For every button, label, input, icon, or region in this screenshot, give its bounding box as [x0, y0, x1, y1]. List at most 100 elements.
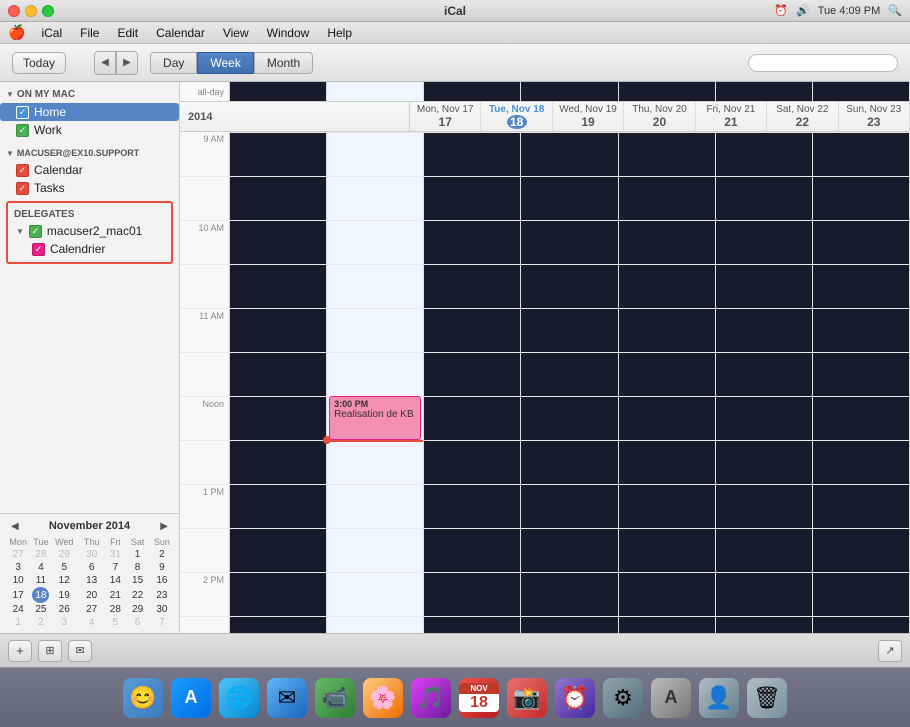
week-view-button[interactable]: Week [197, 52, 253, 74]
mini-cal-day[interactable]: 7 [149, 616, 175, 629]
day-column-6[interactable] [813, 132, 910, 633]
search-input[interactable] [748, 54, 898, 72]
menu-edit[interactable]: Edit [109, 24, 146, 42]
mini-cal-day[interactable]: 6 [79, 561, 104, 574]
on-my-mac-header[interactable]: ▼ ON MY MAC [0, 86, 179, 103]
minimize-button[interactable] [25, 5, 37, 17]
mini-cal-day[interactable]: 27 [4, 548, 32, 561]
mini-cal-day[interactable]: 1 [126, 548, 149, 561]
work-checkbox[interactable]: ✓ [16, 124, 29, 137]
mini-cal-day[interactable]: 13 [79, 574, 104, 587]
mini-cal-day[interactable]: 9 [149, 561, 175, 574]
mini-cal-day[interactable]: 16 [149, 574, 175, 587]
search-icon[interactable]: 🔍 [888, 4, 902, 17]
mini-cal-day[interactable]: 17 [4, 587, 32, 603]
mini-cal-day[interactable]: 29 [49, 548, 79, 561]
timemachine-icon[interactable]: ⏰ [553, 676, 597, 720]
mini-cal-next[interactable]: ▶ [157, 521, 171, 532]
mini-cal-day[interactable]: 15 [126, 574, 149, 587]
itunes-icon[interactable]: 🎵 [409, 676, 453, 720]
home-checkbox[interactable]: ✓ [16, 106, 29, 119]
mini-cal-day[interactable]: 2 [149, 548, 175, 561]
mini-cal-day[interactable]: 19 [49, 587, 79, 603]
day-column-4[interactable] [619, 132, 716, 633]
mini-cal-day[interactable]: 12 [49, 574, 79, 587]
mini-cal-day[interactable]: 5 [104, 616, 126, 629]
menu-help[interactable]: Help [319, 24, 360, 42]
mini-cal-day[interactable]: 3 [49, 616, 79, 629]
mini-cal-day[interactable]: 18 [32, 587, 49, 603]
day-view-button[interactable]: Day [150, 52, 197, 74]
mini-cal-day[interactable]: 28 [104, 603, 126, 616]
mini-cal-day[interactable]: 14 [104, 574, 126, 587]
add-button[interactable]: + [8, 640, 32, 662]
mini-cal-day[interactable]: 3 [4, 561, 32, 574]
mini-cal-day[interactable]: 5 [49, 561, 79, 574]
month-view-button[interactable]: Month [254, 52, 313, 74]
mini-cal-day[interactable]: 25 [32, 603, 49, 616]
today-button[interactable]: Today [12, 52, 66, 74]
mini-cal-day[interactable]: 11 [32, 574, 49, 587]
menu-window[interactable]: Window [259, 24, 318, 42]
calendar-checkbox[interactable]: ✓ [16, 164, 29, 177]
mini-cal-day[interactable]: 7 [104, 561, 126, 574]
iphoto-icon[interactable]: 🌸 [361, 676, 405, 720]
mini-cal-day[interactable]: 2 [32, 616, 49, 629]
day-column-0[interactable] [230, 132, 327, 633]
appstore-icon[interactable]: A [169, 676, 213, 720]
close-button[interactable] [8, 5, 20, 17]
calendrier-checkbox[interactable]: ✓ [32, 243, 45, 256]
external-button[interactable]: ↗ [878, 640, 902, 662]
calendar-item-calendar[interactable]: ✓ Calendar [0, 161, 179, 179]
mini-cal-day[interactable]: 1 [4, 616, 32, 629]
menu-ical[interactable]: iCal [33, 24, 70, 42]
prev-button[interactable]: ◀ [94, 51, 116, 75]
tasks-checkbox[interactable]: ✓ [16, 182, 29, 195]
mail-dock-icon[interactable]: ✉ [265, 676, 309, 720]
day-column-3[interactable] [521, 132, 618, 633]
mini-cal-day[interactable]: 10 [4, 574, 32, 587]
delegates-header[interactable]: DELEGATES [8, 207, 171, 222]
ical-dock-icon[interactable]: NOV 18 [457, 676, 501, 720]
mini-cal-day[interactable]: 8 [126, 561, 149, 574]
maximize-button[interactable] [42, 5, 54, 17]
mini-cal-day[interactable]: 30 [149, 603, 175, 616]
day-column-1[interactable]: 3:00 PMRealisation de KB [327, 132, 424, 633]
mini-cal-day[interactable]: 29 [126, 603, 149, 616]
mini-cal-day[interactable]: 22 [126, 587, 149, 603]
trash-icon[interactable]: 🗑 [745, 676, 789, 720]
mini-cal-day[interactable]: 4 [32, 561, 49, 574]
calendar-item-tasks[interactable]: ✓ Tasks [0, 179, 179, 197]
calendar-item-work[interactable]: ✓ Work [0, 121, 179, 139]
calendar-item-calendrier[interactable]: ✓ Calendrier [8, 240, 171, 258]
safari-icon[interactable]: 🌐 [217, 676, 261, 720]
macuser-header[interactable]: ▼ MACUSER@EX10.SUPPORT [0, 145, 179, 161]
photobooth-icon[interactable]: 📸 [505, 676, 549, 720]
finder-icon[interactable]: 😊 [121, 676, 165, 720]
menu-view[interactable]: View [215, 24, 257, 42]
calendar-item-home[interactable]: ✓ Home [0, 103, 179, 121]
mini-cal-day[interactable]: 20 [79, 587, 104, 603]
mini-cal-day[interactable]: 30 [79, 548, 104, 561]
days-scroll[interactable]: 3:00 PMRealisation de KB [230, 132, 910, 633]
macuser2-checkbox[interactable]: ✓ [29, 225, 42, 238]
mini-cal-day[interactable]: 4 [79, 616, 104, 629]
mini-cal-day[interactable]: 21 [104, 587, 126, 603]
mini-cal-day[interactable]: 23 [149, 587, 175, 603]
day-column-2[interactable] [424, 132, 521, 633]
mini-cal-day[interactable]: 27 [79, 603, 104, 616]
systemprefs-icon[interactable]: ⚙ [601, 676, 645, 720]
next-button[interactable]: ▶ [116, 51, 138, 75]
menu-calendar[interactable]: Calendar [148, 24, 213, 42]
apple-menu[interactable]: 🍎 [8, 24, 25, 41]
mail-button[interactable]: ✉ [68, 640, 92, 662]
grid-button[interactable]: ⊞ [38, 640, 62, 662]
menu-file[interactable]: File [72, 24, 107, 42]
facetime-icon[interactable]: 📹 [313, 676, 357, 720]
mini-cal-day[interactable]: 24 [4, 603, 32, 616]
fontbook-icon[interactable]: A [649, 676, 693, 720]
calendar-event[interactable]: 3:00 PMRealisation de KB [329, 396, 421, 440]
mini-cal-day[interactable]: 26 [49, 603, 79, 616]
mini-cal-day[interactable]: 6 [126, 616, 149, 629]
mini-cal-day[interactable]: 28 [32, 548, 49, 561]
